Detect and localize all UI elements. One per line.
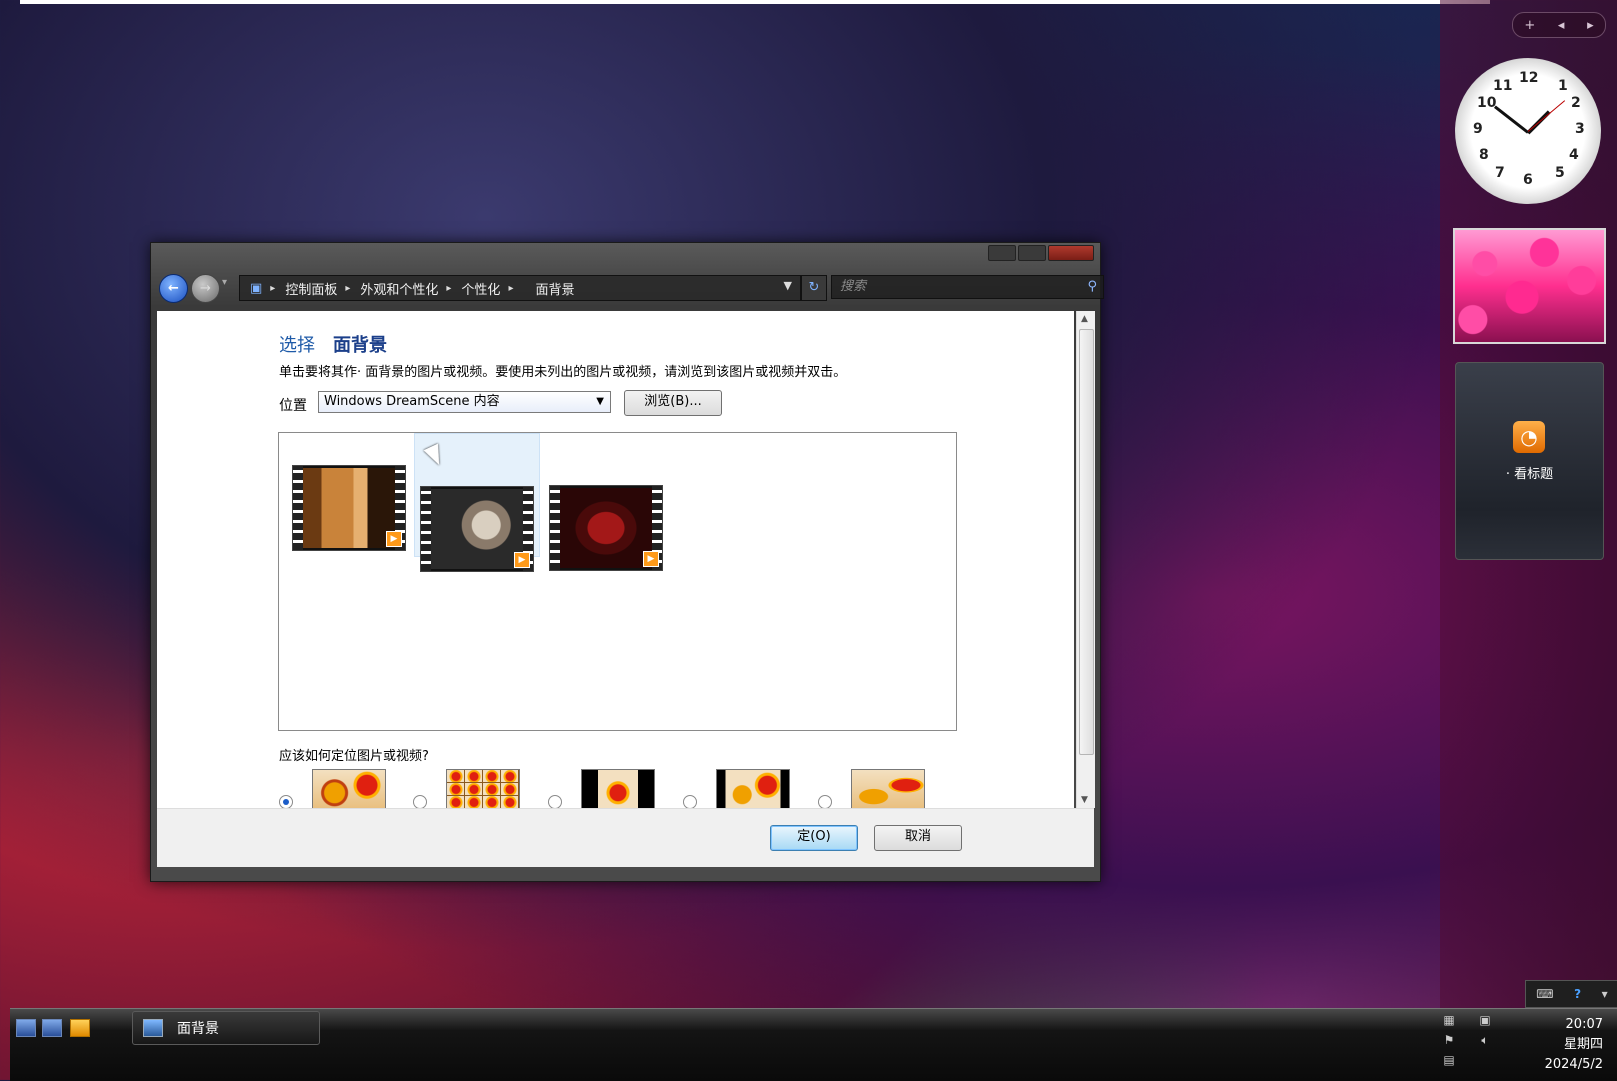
chevron-down-icon: ▼: [596, 396, 604, 407]
help-icon[interactable]: ?: [1574, 987, 1581, 1001]
control-panel-icon: ▣: [250, 280, 263, 296]
search-icon[interactable]: ⚲: [1087, 276, 1097, 298]
breadcrumb-desktop-background[interactable]: 面背景: [535, 279, 574, 298]
desktop-background-window: ← → ▾ ▣ ▸ 控制面板 ▸ 外观和个性化 ▸ 个性化 ▸ 面背景 ▼ ↻ …: [150, 242, 1104, 882]
radio-fit[interactable]: [683, 795, 697, 809]
browse-button[interactable]: 浏览(B)...: [624, 390, 722, 416]
play-icon: ▶: [514, 552, 530, 568]
language-bar-menu-icon[interactable]: ▾: [1602, 987, 1608, 1001]
close-button[interactable]: [1048, 245, 1094, 261]
address-bar[interactable]: ▣ ▸ 控制面板 ▸ 外观和个性化 ▸ 个性化 ▸ 面背景 ▼: [239, 275, 801, 301]
clock-number-12: 12: [1519, 70, 1539, 86]
feed-headlines-gadget[interactable]: ◔ · 看标题: [1455, 362, 1604, 560]
next-gadgets-button[interactable]: ▸: [1587, 18, 1594, 33]
top-bar: [20, 0, 1490, 4]
location-select[interactable]: Windows DreamScene 内容 ▼: [318, 391, 611, 413]
slideshow-gadget[interactable]: [1453, 228, 1606, 344]
show-desktop-icon[interactable]: [16, 1019, 36, 1037]
video-thumbnail-1[interactable]: ▶: [292, 465, 406, 551]
refresh-icon[interactable]: ↻: [801, 275, 827, 301]
scroll-up-icon[interactable]: ▲: [1081, 314, 1088, 324]
feed-headlines-label[interactable]: · 看标题: [1456, 463, 1603, 482]
address-dropdown-icon[interactable]: ▼: [784, 279, 792, 292]
position-question: 应该如何定位图片或视频?: [279, 749, 429, 764]
clock-time: 20:07: [1565, 1017, 1603, 1032]
clock-second-hand: [1527, 100, 1566, 132]
scroll-down-icon[interactable]: ▼: [1081, 795, 1088, 805]
dialog-footer: 定(O) 取消: [157, 808, 1094, 867]
taskbar: 面背景 ▦ ▣ ⚑ 🔈︎ ▤ 20:07 星期四 2024/5/2: [10, 1008, 1617, 1081]
recent-pages-dropdown[interactable]: ▾: [222, 277, 227, 288]
clock-minute-hand: [1493, 105, 1529, 134]
clock-weekday: 星期四: [1563, 1037, 1603, 1052]
taskbar-button-desktop-background[interactable]: 面背景: [132, 1011, 320, 1045]
scrollbar-thumb[interactable]: [1079, 329, 1094, 755]
forward-button[interactable]: →: [191, 274, 220, 303]
clock-date: 2024/5/2: [1544, 1057, 1603, 1072]
clock-number-11: 11: [1493, 78, 1513, 94]
network-icon[interactable]: ▣: [1477, 1013, 1493, 1029]
switch-windows-icon[interactable]: [42, 1019, 62, 1037]
cancel-button[interactable]: 取消: [874, 825, 962, 851]
minimize-button[interactable]: [988, 245, 1016, 261]
caption-buttons: [986, 245, 1094, 261]
vertical-scrollbar[interactable]: ▲ ▼: [1076, 311, 1095, 808]
video-gallery: ▶ ▶ ▶: [278, 432, 957, 731]
clock-number-10: 10: [1477, 95, 1497, 111]
ok-button[interactable]: 定(O): [770, 825, 858, 851]
clock-number-9: 9: [1473, 121, 1483, 137]
location-label: 位置: [279, 398, 307, 414]
dialog-content: 选择 面背景 单击要将其作· 面背景的图片或视频。要使用未列出的图片或视频，请浏览…: [157, 311, 1074, 809]
radio-stretch[interactable]: [818, 795, 832, 809]
clock-number-1: 1: [1558, 78, 1568, 94]
clock-number-5: 5: [1555, 165, 1565, 181]
search-input[interactable]: 搜索 ⚲: [831, 275, 1104, 299]
page-title: 选择 面背景: [279, 335, 387, 356]
network-alert-icon[interactable]: ▦: [1441, 1013, 1457, 1029]
navigation-bar: ← → ▾ ▣ ▸ 控制面板 ▸ 外观和个性化 ▸ 个性化 ▸ 面背景 ▼ ↻ …: [155, 269, 1104, 305]
radio-fill[interactable]: [279, 795, 293, 809]
clock[interactable]: 20:07 星期四 2024/5/2: [1545, 1015, 1603, 1075]
sidebar-controls[interactable]: + ◂ ▸: [1512, 12, 1606, 38]
keyboard-icon[interactable]: ⌨: [1536, 987, 1553, 1001]
clock-number-4: 4: [1569, 147, 1579, 163]
maximize-button[interactable]: [1018, 245, 1046, 261]
system-tray: ▦ ▣ ⚑ 🔈︎ ▤ 20:07 星期四 2024/5/2: [1437, 1009, 1617, 1081]
window-icon: [143, 1019, 163, 1037]
clock-number-3: 3: [1575, 121, 1585, 137]
tray-flag-icon[interactable]: ⚑: [1441, 1033, 1457, 1049]
previous-gadgets-button[interactable]: ◂: [1558, 18, 1565, 33]
back-button[interactable]: ←: [159, 274, 188, 303]
media-player-icon[interactable]: [70, 1019, 90, 1037]
play-icon: ▶: [643, 551, 659, 567]
add-gadget-button[interactable]: +: [1524, 18, 1535, 33]
play-icon: ▶: [386, 531, 402, 547]
clock-number-8: 8: [1479, 147, 1489, 163]
breadcrumb-appearance[interactable]: 外观和个性化: [360, 279, 438, 298]
rss-icon: ◔: [1513, 421, 1545, 453]
clock-number-7: 7: [1495, 165, 1505, 181]
clock-number-2: 2: [1571, 95, 1581, 111]
video-thumbnail-3[interactable]: ▶: [549, 485, 663, 571]
tray-app-icon[interactable]: ▤: [1441, 1053, 1457, 1069]
language-bar[interactable]: ⌨ ? ▾: [1525, 980, 1617, 1008]
breadcrumb-control-panel[interactable]: 控制面板: [285, 279, 337, 298]
volume-icon[interactable]: 🔈︎: [1477, 1033, 1493, 1049]
breadcrumb-personalization[interactable]: 个性化: [461, 279, 500, 298]
instruction-text: 单击要将其作· 面背景的图片或视频。要使用未列出的图片或视频，请浏览到该图片或视…: [279, 365, 847, 380]
clock-gadget[interactable]: 12 1 2 3 4 5 6 7 8 9 10 11: [1455, 58, 1601, 204]
radio-center[interactable]: [548, 795, 562, 809]
radio-tile[interactable]: [413, 795, 427, 809]
clock-number-6: 6: [1523, 172, 1533, 188]
